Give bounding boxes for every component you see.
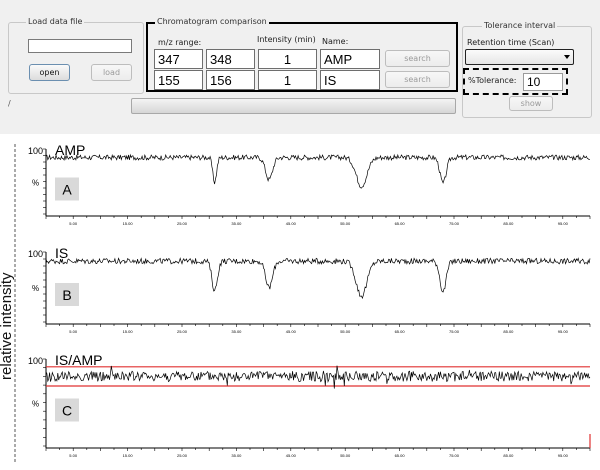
file-path-input[interactable]	[28, 39, 132, 53]
panel-b-x-tick-label: 55.00	[340, 329, 351, 334]
panel-a-x-tick-label: 55.00	[340, 221, 351, 226]
panel-c-x-tick-label: 25.00	[177, 453, 188, 458]
panel-b-y-unit-label: %	[32, 284, 39, 293]
panel-a-y-max-label: 100	[28, 146, 43, 156]
status-text: /	[8, 99, 11, 108]
panel-b-x-tick-label: 85.00	[503, 329, 514, 334]
mz-range-header: m/z range:	[158, 38, 202, 47]
panel-a-letter: A	[62, 182, 72, 198]
row1-mz-from[interactable]: 347	[154, 49, 203, 69]
chromatogram-area: relative intensity 5.00 15.00 25.00 35.00 45…	[0, 134, 600, 466]
panel-c-y-max-label: 100	[28, 356, 43, 366]
row2-mz-from[interactable]: 155	[154, 70, 203, 90]
panel-a-x-tick-label: 25.00	[177, 221, 188, 226]
row1-mz-to[interactable]: 348	[206, 49, 255, 69]
row1-name[interactable]: AMP	[320, 49, 380, 69]
open-button[interactable]: open	[29, 64, 70, 81]
panel-c-title: IS/AMP	[55, 352, 102, 368]
panel-b-trace-line	[45, 257, 591, 300]
panel-a-y-unit-label: %	[32, 179, 39, 188]
chevron-down-icon	[564, 55, 570, 59]
name-header: Name:	[322, 37, 349, 46]
panel-b-x-tick-label: 75.00	[449, 329, 460, 334]
row2-mz-to[interactable]: 156	[206, 70, 255, 90]
panel-c-trace-line	[45, 365, 591, 389]
panel-c-x-tick-label: 85.00	[503, 453, 514, 458]
panel-a-title: AMP	[55, 142, 85, 158]
panel-a-x-tick-label: 65.00	[395, 221, 406, 226]
panel-b-x-tick-label: 95.00	[558, 329, 569, 334]
progress-bar	[131, 98, 456, 114]
row2-name[interactable]: IS	[320, 70, 380, 90]
panel-b-x-tick-label: 65.00	[395, 329, 406, 334]
chromatogram-panels: relative intensity 5.00 15.00 25.00 35.00 45…	[0, 142, 591, 464]
panel-a-x-tick-label: 75.00	[449, 221, 460, 226]
panel-b-x-tick-label: 15.00	[123, 329, 134, 334]
panel-a-x-tick-label: 45.00	[286, 221, 297, 226]
panel-b-x-tick-label: 35.00	[231, 329, 242, 334]
panel-c-x-tick-label: 45.00	[286, 453, 297, 458]
panel-c-x-tick-label: 55.00	[340, 453, 351, 458]
row2-search-button[interactable]: search	[385, 71, 450, 88]
panel-b-x-tick-label: 45.00	[286, 329, 297, 334]
panel-a-x-tick-label: 85.00	[503, 221, 514, 226]
panel-c-x-tick-label: 5.00	[69, 453, 78, 458]
panel-b-x-tick-label: 5.00	[69, 329, 78, 334]
panel-a-x-tick-label: 35.00	[231, 221, 242, 226]
panel-a-x-tick-label: 95.00	[558, 221, 569, 226]
tolerance-title: Tolerance interval	[482, 21, 558, 30]
panel-a-trace-line	[45, 153, 590, 189]
retention-time-label: Retention time (Scan)	[467, 38, 555, 47]
panel-c-y-unit-label: %	[32, 400, 39, 409]
row1-search-button[interactable]: search	[385, 50, 450, 67]
panel-c-x-tick-label: 15.00	[123, 453, 134, 458]
panel-c-x-tick-label: 95.00	[558, 453, 569, 458]
intensity-header: Intensity (min)	[257, 35, 316, 44]
panel-b-y-max-label: 100	[28, 249, 43, 259]
load-data-title: Load data file	[26, 17, 85, 26]
panel-c-x-tick-label: 35.00	[231, 453, 242, 458]
tolerance-input[interactable]: 10	[523, 73, 563, 91]
show-button[interactable]: show	[509, 96, 553, 111]
panel-c-x-tick-label: 65.00	[395, 453, 406, 458]
panel-b-x-tick-label: 25.00	[177, 329, 188, 334]
row2-intensity[interactable]: 1	[258, 70, 317, 90]
panel-b-letter: B	[62, 287, 71, 303]
comparison-title: Chromatogram comparison	[155, 17, 269, 26]
panel-c-x-tick-label: 75.00	[449, 453, 460, 458]
panel-a-x-tick-label: 15.00	[123, 221, 134, 226]
panel-a-x-tick-label: 5.00	[69, 221, 78, 226]
tolerance-label: %Tolerance:	[468, 76, 517, 85]
load-button[interactable]: load	[91, 64, 132, 81]
row1-intensity[interactable]: 1	[258, 49, 317, 69]
load-data-group	[8, 22, 144, 94]
panel-b-title: IS	[55, 245, 68, 261]
panel-c-letter: C	[62, 403, 72, 419]
control-panel: Load data file open load / Chromatogram …	[0, 0, 600, 134]
retention-time-select[interactable]	[465, 49, 574, 65]
y-axis-label: relative intensity	[0, 272, 15, 380]
